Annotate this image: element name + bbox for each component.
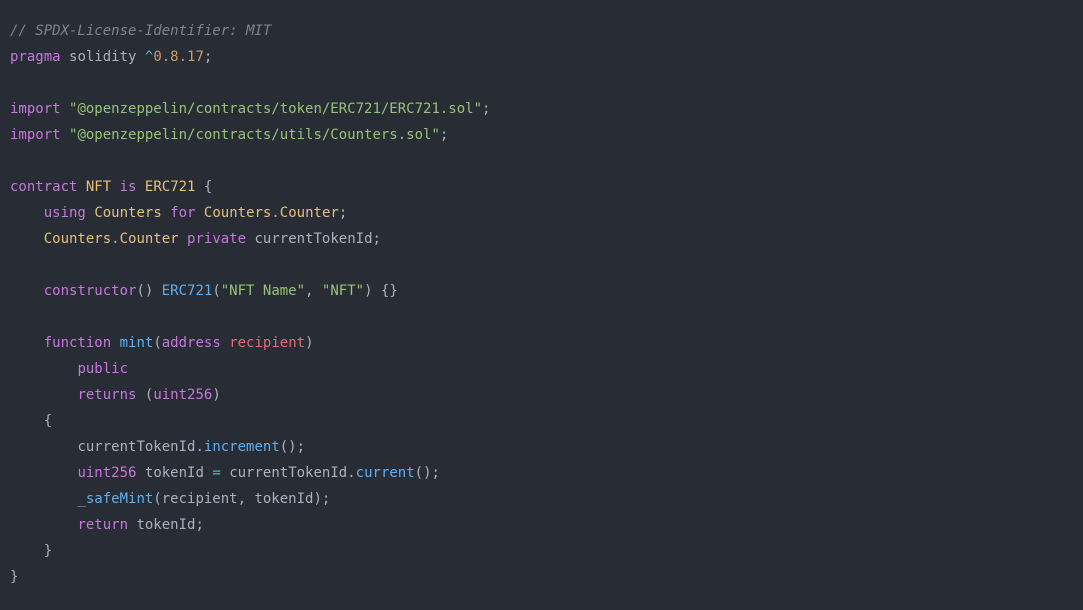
keyword-public: public bbox=[77, 361, 128, 377]
function-call: _safeMint bbox=[77, 491, 153, 507]
call-parens: (); bbox=[415, 465, 440, 481]
import-path: "@openzeppelin/contracts/token/ERC721/ER… bbox=[69, 101, 482, 117]
semicolon: ; bbox=[204, 49, 212, 65]
keyword-using: using bbox=[44, 205, 86, 221]
semicolon: ; bbox=[482, 101, 490, 117]
method-call: increment bbox=[204, 439, 280, 455]
keyword-import: import bbox=[10, 101, 61, 117]
paren-close: ) bbox=[364, 283, 372, 299]
keyword-for: for bbox=[170, 205, 195, 221]
import-path: "@openzeppelin/contracts/utils/Counters.… bbox=[69, 127, 440, 143]
code-line: constructor() ERC721("NFT Name", "NFT") … bbox=[10, 283, 398, 299]
semicolon: ; bbox=[339, 205, 347, 221]
type-name: Counters bbox=[44, 231, 111, 247]
dot: . bbox=[271, 205, 279, 221]
paren-close: ); bbox=[313, 491, 330, 507]
var-type: uint256 bbox=[77, 465, 136, 481]
brace-close: } bbox=[10, 569, 18, 585]
semicolon: ; bbox=[373, 231, 381, 247]
return-var: tokenId bbox=[136, 517, 195, 533]
semicolon: ; bbox=[195, 517, 203, 533]
code-line: currentTokenId.increment(); bbox=[10, 439, 305, 455]
keyword-import: import bbox=[10, 127, 61, 143]
param-type: address bbox=[162, 335, 221, 351]
paren-open: ( bbox=[153, 491, 161, 507]
code-line: { bbox=[10, 413, 52, 429]
code-line: pragma solidity ^0.8.17; bbox=[10, 49, 212, 65]
keyword-returns: returns bbox=[77, 387, 136, 403]
brace: { bbox=[195, 179, 212, 195]
op-assign: = bbox=[204, 465, 229, 481]
function-name: mint bbox=[120, 335, 154, 351]
dot: . bbox=[111, 231, 119, 247]
code-line: uint256 tokenId = currentTokenId.current… bbox=[10, 465, 440, 481]
code-line: public bbox=[10, 361, 128, 377]
keyword-constructor: constructor bbox=[44, 283, 137, 299]
type-name: Counter bbox=[120, 231, 179, 247]
comment: // SPDX-License-Identifier: MIT bbox=[10, 23, 271, 39]
string-arg: "NFT" bbox=[322, 283, 364, 299]
return-type: uint256 bbox=[153, 387, 212, 403]
comma: , bbox=[238, 491, 255, 507]
var-name: tokenId bbox=[145, 465, 204, 481]
code-line: // SPDX-License-Identifier: MIT bbox=[10, 23, 271, 39]
paren-close: ) bbox=[212, 387, 220, 403]
dot: . bbox=[195, 439, 203, 455]
arg: recipient bbox=[162, 491, 238, 507]
paren-close: ) bbox=[305, 335, 313, 351]
code-line: returns (uint256) bbox=[10, 387, 221, 403]
contract-name: NFT bbox=[86, 179, 111, 195]
paren-open: ( bbox=[153, 335, 161, 351]
code-block: // SPDX-License-Identifier: MIT pragma s… bbox=[0, 0, 1083, 608]
dot: . bbox=[347, 465, 355, 481]
code-line: } bbox=[10, 543, 52, 559]
state-var: currentTokenId bbox=[255, 231, 373, 247]
base-contract: ERC721 bbox=[145, 179, 196, 195]
paren-open: ( bbox=[212, 283, 220, 299]
type-name: Counter bbox=[280, 205, 339, 221]
arg: tokenId bbox=[254, 491, 313, 507]
keyword-return: return bbox=[77, 517, 128, 533]
code-line: Counters.Counter private currentTokenId; bbox=[10, 231, 381, 247]
code-line: import "@openzeppelin/contracts/utils/Co… bbox=[10, 127, 448, 143]
code-line: using Counters for Counters.Counter; bbox=[10, 205, 347, 221]
base-call: ERC721 bbox=[162, 283, 213, 299]
comma: , bbox=[305, 283, 322, 299]
brace-open: { bbox=[44, 413, 52, 429]
call-parens: (); bbox=[280, 439, 305, 455]
keyword-private: private bbox=[187, 231, 246, 247]
code-line: _safeMint(recipient, tokenId); bbox=[10, 491, 330, 507]
keyword-pragma: pragma bbox=[10, 49, 61, 65]
keyword-is: is bbox=[120, 179, 137, 195]
code-line: import "@openzeppelin/contracts/token/ER… bbox=[10, 101, 490, 117]
string-arg: "NFT Name" bbox=[221, 283, 305, 299]
keyword-solidity: solidity bbox=[69, 49, 136, 65]
library-name: Counters bbox=[94, 205, 161, 221]
parens: () bbox=[136, 283, 153, 299]
param-name: recipient bbox=[229, 335, 305, 351]
code-line: contract NFT is ERC721 { bbox=[10, 179, 212, 195]
code-line: } bbox=[10, 569, 18, 585]
code-line: return tokenId; bbox=[10, 517, 204, 533]
object-ref: currentTokenId bbox=[229, 465, 347, 481]
method-call: current bbox=[356, 465, 415, 481]
keyword-contract: contract bbox=[10, 179, 77, 195]
empty-body: {} bbox=[373, 283, 398, 299]
type-name: Counters bbox=[204, 205, 271, 221]
semicolon: ; bbox=[440, 127, 448, 143]
keyword-function: function bbox=[44, 335, 111, 351]
object-ref: currentTokenId bbox=[77, 439, 195, 455]
brace-close: } bbox=[44, 543, 52, 559]
code-line: function mint(address recipient) bbox=[10, 335, 314, 351]
version-number: 0.8.17 bbox=[153, 49, 204, 65]
